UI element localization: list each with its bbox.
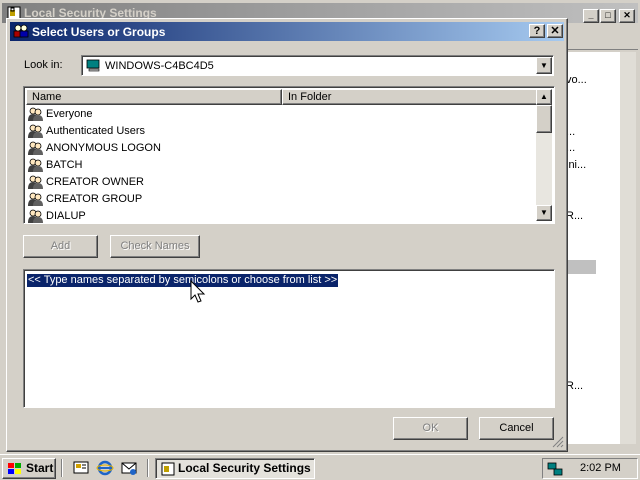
internet-explorer-icon[interactable] — [96, 459, 114, 477]
list-item[interactable]: BATCH — [26, 157, 538, 174]
look-in-value: WINDOWS-C4BC4D5 — [105, 60, 214, 72]
user-group-icon — [28, 192, 43, 206]
list-item-label: CREATOR OWNER — [46, 176, 144, 188]
start-label: Start — [26, 461, 54, 475]
user-group-icon — [28, 124, 43, 138]
help-label: ? — [533, 25, 541, 37]
show-desktop-icon[interactable] — [72, 459, 90, 477]
names-placeholder-text: << Type names separated by semicolons or… — [27, 274, 339, 287]
minimize-button[interactable]: _ — [583, 9, 599, 23]
users-list[interactable]: Name In Folder Everyone Authenticated Use… — [23, 86, 555, 224]
background-text-fragment: R... — [566, 380, 584, 392]
start-button[interactable]: Start — [2, 458, 56, 479]
system-tray: 2:02 PM — [542, 458, 638, 479]
user-group-icon — [28, 107, 43, 121]
list-item[interactable]: Everyone — [26, 106, 538, 123]
list-item-label: Authenticated Users — [46, 125, 146, 137]
list-scrollbar[interactable]: ▲ ▼ — [536, 89, 552, 221]
list-items: Everyone Authenticated Users ANONYMOUS LOG… — [26, 106, 538, 225]
outlook-express-icon[interactable] — [120, 459, 138, 477]
task-button-label: Local Security Settings — [178, 461, 311, 475]
dialog-titlebar[interactable]: Select Users or Groups ? ✕ — [10, 22, 564, 41]
cancel-button[interactable]: Cancel — [479, 417, 554, 440]
column-header-in-folder[interactable]: In Folder — [282, 89, 538, 105]
windows-logo-icon — [8, 463, 21, 474]
scroll-up-icon[interactable]: ▲ — [536, 89, 552, 105]
user-group-icon — [28, 141, 43, 155]
list-item[interactable]: CREATOR GROUP — [26, 191, 538, 208]
list-item[interactable]: DIALUP — [26, 208, 538, 225]
clock[interactable]: 2:02 PM — [580, 462, 621, 474]
names-input[interactable]: << Type names separated by semicolons or… — [23, 269, 555, 408]
check-names-button[interactable]: Check Names — [110, 235, 200, 258]
chevron-down-icon[interactable]: ▼ — [536, 57, 552, 74]
background-selected-row[interactable] — [566, 260, 596, 274]
users-icon — [13, 24, 29, 38]
look-in-label: Look in: — [24, 59, 63, 71]
select-users-dialog: Select Users or Groups ? ✕ Look in: WIND… — [6, 18, 568, 452]
list-item-label: BATCH — [46, 159, 83, 171]
background-close-button[interactable]: ✕ — [619, 9, 635, 23]
user-group-icon — [28, 209, 43, 223]
taskbar: Start Local Security Settings 2:02 PM — [0, 454, 640, 480]
add-button[interactable]: Add — [23, 235, 98, 258]
column-header-name[interactable]: Name — [26, 89, 282, 105]
dialog-close-button[interactable]: ✕ — [547, 24, 563, 38]
list-header: Name In Folder — [26, 89, 538, 105]
close-icon: ✕ — [550, 25, 560, 37]
taskbar-separator — [61, 459, 63, 477]
background-toolbar — [560, 28, 638, 50]
look-in-combobox[interactable]: WINDOWS-C4BC4D5 ▼ — [81, 55, 554, 76]
user-group-icon — [28, 175, 43, 189]
task-button-local-security-settings[interactable]: Local Security Settings — [155, 458, 315, 479]
user-group-icon — [28, 158, 43, 172]
help-button[interactable]: ? — [529, 24, 545, 38]
mouse-pointer-icon — [190, 280, 206, 303]
computer-icon — [86, 59, 100, 72]
list-item-label: ANONYMOUS LOGON — [46, 142, 161, 154]
resize-grip-icon[interactable] — [552, 436, 564, 448]
list-item-label: DIALUP — [46, 210, 86, 222]
maximize-button[interactable]: □ — [600, 9, 616, 23]
scroll-thumb[interactable] — [536, 105, 552, 133]
background-text-fragment: ini... — [566, 159, 587, 171]
background-text-fragment: vo... — [566, 74, 587, 86]
list-item[interactable]: ANONYMOUS LOGON — [26, 140, 538, 157]
background-scrollbar[interactable] — [620, 52, 636, 444]
list-item-label: Everyone — [46, 108, 93, 120]
list-item-label: CREATOR GROUP — [46, 193, 143, 205]
network-icon[interactable] — [547, 461, 563, 477]
background-text-fragment: R... — [566, 210, 584, 222]
security-settings-icon — [161, 462, 175, 476]
list-item[interactable]: Authenticated Users — [26, 123, 538, 140]
scroll-down-icon[interactable]: ▼ — [536, 205, 552, 221]
taskbar-separator — [147, 459, 149, 477]
dialog-title: Select Users or Groups — [32, 25, 166, 39]
ok-button[interactable]: OK — [393, 417, 468, 440]
list-item[interactable]: CREATOR OWNER — [26, 174, 538, 191]
